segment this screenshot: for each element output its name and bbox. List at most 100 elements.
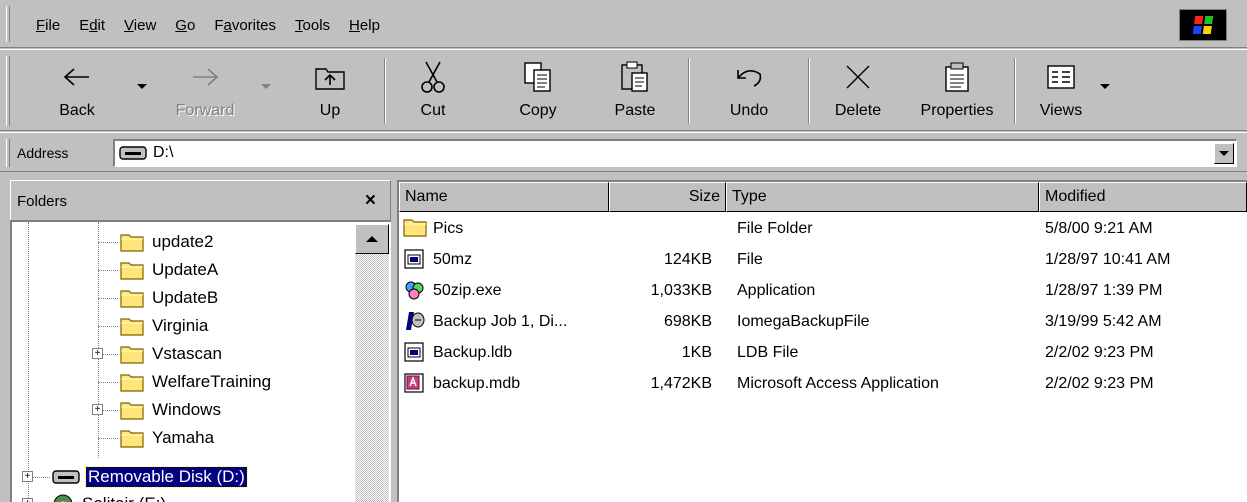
folder-icon [120, 374, 144, 392]
tree-item-folder[interactable]: update2 [120, 228, 215, 256]
file-modified: 5/8/00 9:21 AM [1045, 220, 1153, 237]
file-size: 124KB [663, 251, 712, 268]
file-row[interactable]: backup.mdb 1,472KB Microsoft Access Applic… [399, 369, 1247, 400]
menu-edit[interactable]: Edit [79, 17, 105, 34]
menu-file-label: File [36, 17, 61, 34]
folder-icon [120, 346, 144, 364]
tree-guide-line [98, 438, 118, 439]
scroll-up-button[interactable] [355, 224, 389, 254]
menu-tools[interactable]: Tools [295, 17, 330, 34]
scissors-icon [416, 60, 450, 94]
folders-pane: Folders × update2 UpdateA UpdateB Virginia +… [10, 180, 391, 502]
menu-tools-label: Tools [295, 17, 331, 34]
standard-toolbar: Back Forward Up Cut Copy Paste Undo Dele… [0, 49, 1247, 131]
folder-tree-scrollbar[interactable] [355, 224, 389, 502]
menu-view[interactable]: View [124, 17, 156, 34]
address-bar-grip[interactable] [6, 139, 10, 167]
file-modified: 1/28/97 10:41 AM [1045, 251, 1171, 268]
properties-label: Properties [920, 102, 994, 119]
tree-item-folder[interactable]: Windows [120, 396, 223, 424]
tree-item-folder[interactable]: WelfareTraining [120, 368, 273, 396]
tree-item-folder[interactable]: UpdateB [120, 284, 220, 312]
file-row[interactable]: Backup.ldb 1KB LDB File 2/2/02 9:23 PM [399, 338, 1247, 369]
properties-button[interactable]: Properties [906, 54, 1008, 128]
file-row[interactable]: Backup Job 1, Di... 698KB IomegaBackupFile… [399, 307, 1247, 338]
address-input[interactable]: D:\ [113, 139, 1237, 167]
file-type: Microsoft Access Application [737, 375, 939, 392]
cut-label: Cut [420, 102, 446, 119]
tree-item-folder[interactable]: Vstascan [120, 340, 224, 368]
close-icon[interactable]: × [365, 190, 376, 212]
up-label: Up [319, 102, 341, 119]
file-name: Backup Job 1, Di... [433, 313, 568, 330]
tree-item-folder[interactable]: UpdateA [120, 256, 220, 284]
up-folder-icon [313, 60, 347, 94]
delete-button[interactable]: Delete [820, 54, 896, 128]
file-row[interactable]: Pics File Folder 5/8/00 9:21 AM [399, 214, 1247, 245]
paste-button[interactable]: Paste [600, 54, 670, 128]
folder-icon [120, 262, 144, 280]
menu-bar-grip[interactable] [6, 6, 10, 42]
folders-title: Folders [17, 193, 68, 210]
views-icon [1044, 60, 1078, 94]
undo-button[interactable]: Undo [714, 54, 784, 128]
column-header-type[interactable]: Type [726, 182, 1039, 212]
tree-item-removable-disk[interactable]: Removable Disk (D:) [52, 463, 248, 491]
backup-job-icon [406, 312, 425, 330]
expand-icon[interactable]: + [92, 404, 103, 415]
views-dropdown-icon[interactable] [1100, 84, 1110, 89]
file-row[interactable]: 50mz 124KB File 1/28/97 10:41 AM [399, 245, 1247, 276]
toolbar-grip[interactable] [6, 56, 10, 126]
back-dropdown-icon[interactable] [137, 84, 147, 89]
forward-button[interactable]: Forward [160, 54, 250, 128]
tree-guide-line [98, 298, 118, 299]
folder-icon [120, 430, 144, 448]
address-dropdown-button[interactable] [1214, 143, 1234, 164]
file-icon [403, 248, 425, 270]
delete-label: Delete [834, 102, 882, 119]
application-icon [405, 281, 424, 300]
copy-button[interactable]: Copy [498, 54, 578, 128]
menu-help[interactable]: Help [349, 17, 380, 34]
access-database-icon [404, 373, 424, 393]
back-button[interactable]: Back [40, 54, 114, 128]
file-list[interactable]: Name Size Type Modified Pics File Folder 5… [397, 180, 1247, 502]
column-header-name[interactable]: Name [399, 182, 609, 212]
menu-favorites[interactable]: Favorites [214, 17, 276, 34]
menu-help-label: Help [349, 17, 380, 34]
chevron-up-icon [366, 236, 378, 242]
column-header-modified[interactable]: Modified [1039, 182, 1247, 212]
back-label: Back [59, 102, 95, 119]
menu-go[interactable]: Go [175, 17, 195, 34]
views-button[interactable]: Views [1030, 54, 1092, 128]
forward-dropdown-icon [261, 84, 271, 89]
tree-guide-line [98, 270, 118, 271]
tree-item-folder[interactable]: Virginia [120, 312, 210, 340]
tree-item-label: UpdateA [152, 260, 219, 279]
folder-icon [120, 290, 144, 308]
column-header-size[interactable]: Size [609, 182, 726, 212]
address-label: Address [17, 145, 69, 161]
file-type: Application [737, 282, 816, 299]
cut-button[interactable]: Cut [398, 54, 468, 128]
menu-bar: File Edit View Go Favorites Tools Help [0, 0, 1247, 48]
expand-icon[interactable]: + [22, 498, 33, 502]
file-modified: 2/2/02 9:23 PM [1045, 344, 1154, 361]
file-modified: 1/28/97 1:39 PM [1045, 282, 1163, 299]
menu-file[interactable]: File [36, 17, 60, 34]
folder-tree[interactable]: update2 UpdateA UpdateB Virginia + Vstascan We… [10, 220, 391, 502]
tree-item-folder[interactable]: Yamaha [120, 424, 216, 452]
up-button[interactable]: Up [300, 54, 360, 128]
folder-icon [120, 318, 144, 336]
tree-item-label: update2 [152, 232, 214, 251]
file-name: Backup.ldb [433, 344, 513, 361]
file-name: backup.mdb [433, 375, 521, 392]
file-row[interactable]: 50zip.exe 1,033KB Application 1/28/97 1:39 … [399, 276, 1247, 307]
paste-icon [618, 60, 652, 94]
undo-icon [732, 60, 766, 94]
tree-item-label: UpdateB [152, 288, 219, 307]
forward-arrow-icon [188, 60, 222, 94]
tree-item-solitair-drive[interactable]: Solitair (E:) [52, 490, 168, 502]
expand-icon[interactable]: + [22, 471, 33, 482]
expand-icon[interactable]: + [92, 348, 103, 359]
